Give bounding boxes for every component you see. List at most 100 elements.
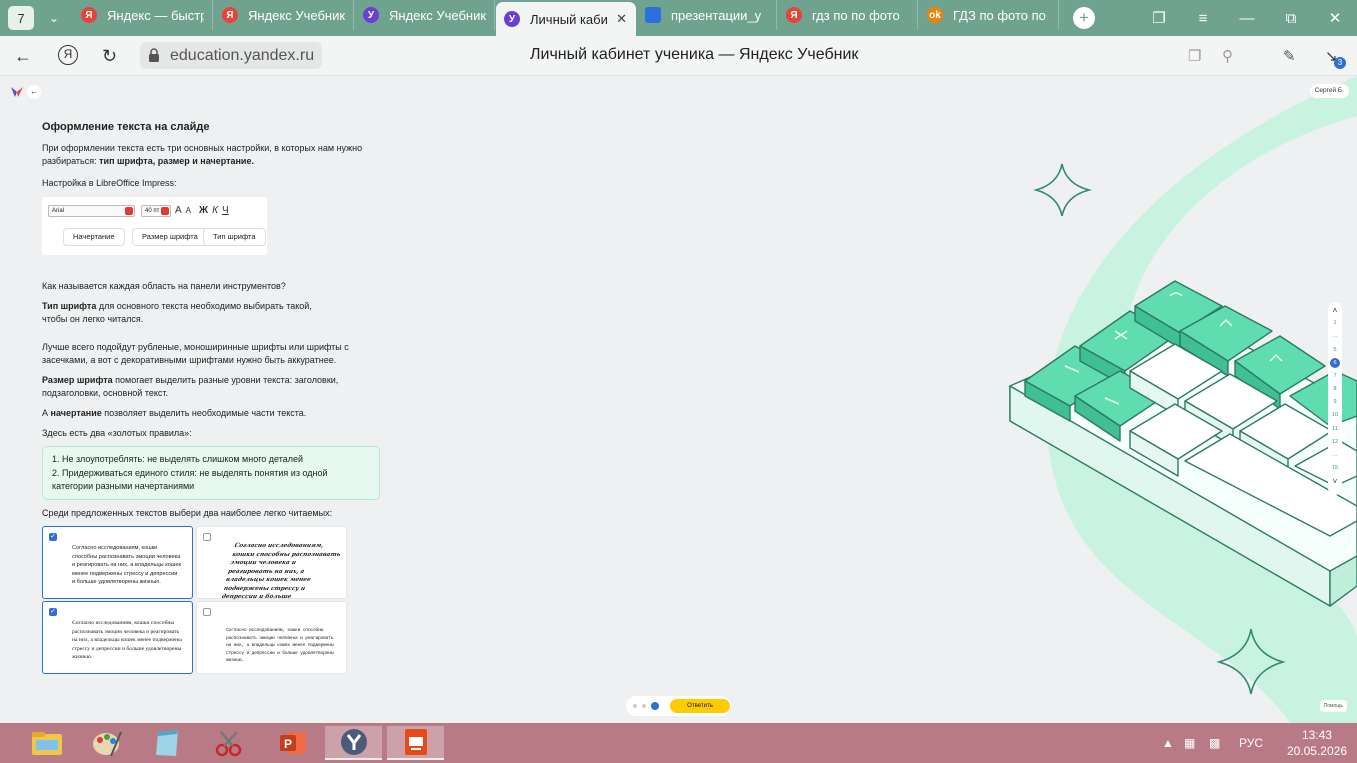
font-size-select: 40 пт (141, 204, 171, 217)
search-icon[interactable]: ⚲ (1222, 47, 1233, 65)
yandex-uchebnik-icon: У (363, 7, 379, 23)
option-text: Согласно исследованиям, кошки способны р… (219, 543, 342, 609)
downloads-badge: 3 (1334, 57, 1346, 69)
keyboard-icon[interactable]: ▩ (1209, 723, 1220, 763)
browser-tab[interactable]: Ягдз по по фото (778, 0, 918, 30)
yandex-browser-taskbar-icon[interactable] (325, 726, 382, 760)
restore-button[interactable]: ⧉ (1269, 10, 1313, 27)
libreoffice-toolbar-image: Arial 40 пт A A Ж К Ч Начертание Размер … (42, 197, 267, 255)
option-card[interactable]: Согласно исследованиям, кошки способны р… (196, 526, 347, 609)
tab-title: Яндекс Учебник (389, 7, 486, 23)
back-icon[interactable]: ← (14, 46, 32, 67)
bold-icon: Ж (199, 205, 209, 216)
paragraph-font-advice: Лучше всего подойдут рубленые, моноширин… (42, 342, 349, 365)
option-card[interactable]: ✓ Согласно исследованиям, кошки способны … (42, 526, 193, 599)
browser-tab[interactable]: Я Яндекс — быстр (73, 0, 213, 30)
clock-time: 13:43 (1301, 728, 1332, 742)
browser-tab[interactable]: презентации_у (637, 0, 777, 30)
golden-rules-intro: Здесь есть два «золотых правила»: (42, 428, 192, 438)
language-indicator[interactable]: РУС (1239, 723, 1263, 763)
clock-date: 20.05.2026 (1286, 744, 1347, 758)
bottom-nav: Ответить (626, 696, 731, 716)
browser-tab[interactable]: Я Яндекс Учебник (214, 0, 354, 30)
checkbox[interactable] (203, 533, 211, 541)
yandex-browser-icon[interactable]: Я (58, 45, 78, 65)
yandex-icon: Я (222, 7, 238, 23)
pager-item[interactable]: 8 (1333, 383, 1336, 396)
italic-icon: К (212, 205, 218, 216)
network-icon[interactable]: ▦ (1184, 723, 1195, 763)
minimize-button[interactable]: — (1225, 10, 1269, 27)
file-explorer-icon[interactable] (18, 726, 75, 760)
option-text: Согласно исследованиям, кошки способны р… (72, 545, 181, 585)
close-window-button[interactable]: ✕ (1313, 9, 1357, 27)
pager-item[interactable]: 7 (1333, 370, 1336, 383)
paint-icon[interactable] (78, 726, 135, 760)
bookmarks-icon[interactable]: ❐ (1137, 9, 1181, 27)
checkbox[interactable]: ✓ (49, 533, 57, 541)
browser-tab[interactable]: ok ГДЗ по фото по (919, 0, 1059, 30)
pager-up-icon[interactable]: ˄ (1333, 304, 1338, 317)
new-tab-button[interactable]: + (1073, 7, 1095, 29)
help-button[interactable]: Помощь (1319, 700, 1347, 712)
label-size: Размер шрифта (132, 228, 208, 246)
pager-item[interactable]: 9 (1333, 396, 1336, 409)
menu-icon[interactable]: ≡ (1181, 10, 1225, 27)
powerpoint-icon[interactable]: P (264, 726, 321, 760)
extension-icon[interactable]: ✎ (1283, 47, 1296, 65)
close-tab-icon[interactable]: ✕ (616, 11, 627, 27)
browser-tab[interactable]: У Яндекс Учебник (355, 0, 495, 30)
yandex-icon: Я (786, 7, 802, 23)
shrink-font-icon: A (185, 206, 192, 215)
tab-title: ГДЗ по фото по (953, 7, 1046, 23)
option-card[interactable]: ✓ Согласно исследованиям, кошки способны … (42, 601, 193, 674)
lock-icon (149, 48, 159, 62)
reload-icon[interactable]: ↻ (102, 46, 117, 67)
pager-item[interactable]: 11 (1332, 423, 1338, 436)
presentation-app-icon[interactable] (387, 726, 444, 760)
tab-title: Личный каби (530, 11, 608, 27)
task-pager: ˄ 1... 5 6 7 8 9 10 11 12... 15 ˅ (1328, 302, 1342, 495)
yandex-uchebnik-logo-icon[interactable] (10, 85, 24, 99)
tab-title: гдз по по фото (812, 7, 900, 23)
pager-item[interactable]: 10 (1332, 409, 1338, 422)
browser-tab[interactable]: У Личный каби ✕ (496, 2, 636, 36)
step-dot[interactable] (642, 704, 646, 708)
pager-down-icon[interactable]: ˅ (1333, 475, 1338, 488)
step-dot-current[interactable] (651, 702, 659, 710)
option-text: Согласно исследованиям, кошки способны р… (226, 628, 334, 663)
pager-item[interactable]: 1 (1333, 317, 1336, 330)
tray-expand-icon[interactable]: ▲ (1162, 723, 1174, 763)
snipping-tool-icon[interactable] (200, 726, 257, 760)
translate-icon[interactable]: ❐ (1188, 47, 1201, 65)
pager-item[interactable]: 5 (1333, 344, 1336, 357)
tab-title: Яндекс — быстр (107, 7, 204, 23)
label-style: Начертание (63, 228, 125, 246)
pager-item[interactable]: 15 (1332, 462, 1338, 475)
lesson-heading: Оформление текста на слайде (42, 121, 210, 133)
paragraph-font-style: А начертание позволяет выделить необходи… (42, 408, 307, 418)
golden-rules-box: 1. Не злоупотреблять: не выделять слишко… (42, 446, 380, 500)
checkbox[interactable]: ✓ (49, 608, 57, 616)
url-field[interactable]: education.yandex.ru (140, 42, 323, 69)
intro-paragraph: При оформлении текста есть три основных … (42, 143, 363, 166)
pager-item[interactable]: 12 (1332, 436, 1338, 449)
option-card[interactable]: Согласно исследованиям, кошки способны р… (196, 601, 347, 674)
tabs-dropdown-icon[interactable]: ⌄ (40, 4, 68, 32)
pager-item[interactable]: 6 (1330, 358, 1340, 369)
tab-title: презентации_у (671, 7, 762, 23)
font-name-select: Arial (48, 204, 135, 217)
clock[interactable]: 13:43 20.05.2026 (1287, 727, 1347, 759)
answer-button[interactable]: Ответить (670, 699, 730, 713)
svg-text:P: P (284, 737, 292, 751)
tab-counter[interactable]: 7 (8, 6, 34, 30)
step-dot[interactable] (633, 704, 637, 708)
back-arrow-icon[interactable]: ← (27, 85, 41, 99)
underline-icon: Ч (221, 205, 229, 216)
label-type: Тип шрифта (203, 228, 266, 246)
notepad-icon[interactable] (138, 726, 195, 760)
browser-tab-strip: 7 ⌄ Я Яндекс — быстр Я Яндекс Учебник У Яндек… (0, 0, 1357, 36)
task-text: Среди предложенных текстов выбери два на… (42, 508, 333, 518)
checkbox[interactable] (203, 608, 211, 616)
user-badge[interactable]: Сергей Б. (1309, 84, 1349, 98)
